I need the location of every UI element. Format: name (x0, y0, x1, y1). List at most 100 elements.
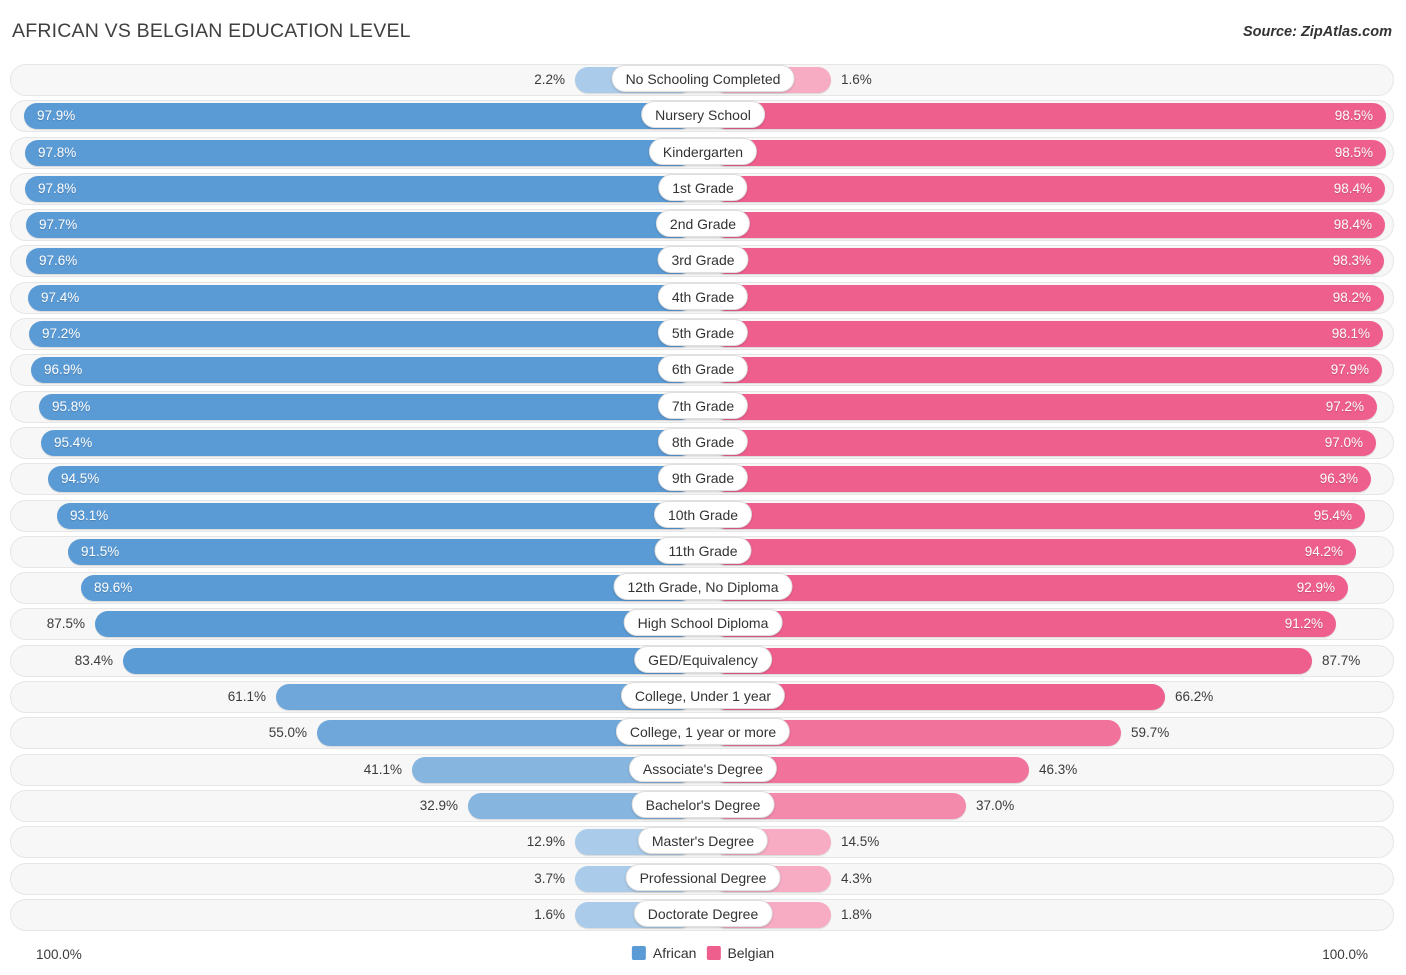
category-label[interactable]: 9th Grade (658, 464, 748, 491)
belgian-bar[interactable]: 91.2% (713, 611, 1336, 637)
african-bar[interactable]: 89.6% (81, 575, 693, 601)
belgian-bar[interactable]: 97.2% (713, 394, 1377, 420)
category-label[interactable]: 2nd Grade (656, 210, 750, 237)
bar-row: 87.5% 91.2% High School Diploma (0, 608, 1406, 640)
category-label[interactable]: 6th Grade (658, 355, 748, 382)
belgian-bar[interactable]: 98.4% (713, 212, 1385, 238)
african-bar[interactable]: 91.5% (68, 539, 693, 565)
belgian-bar[interactable]: 96.3% (713, 466, 1371, 492)
african-half: 41.1% (10, 754, 693, 786)
category-label[interactable]: Bachelor's Degree (632, 791, 775, 818)
african-half: 97.2% (10, 318, 693, 350)
category-label[interactable]: Doctorate Degree (634, 900, 773, 927)
category-label[interactable]: College, 1 year or more (616, 718, 790, 745)
belgian-bar[interactable]: 92.9% (713, 575, 1348, 601)
african-value-label: 95.8% (52, 394, 90, 420)
african-half: 96.9% (10, 354, 693, 386)
belgian-bar[interactable]: 98.3% (713, 248, 1384, 274)
belgian-half: 97.9% (713, 354, 1394, 386)
category-label[interactable]: 11th Grade (654, 537, 751, 564)
african-bar[interactable]: 97.4% (28, 285, 693, 311)
bar-row: 3.7% 4.3% Professional Degree (0, 863, 1406, 895)
category-label[interactable]: 8th Grade (658, 428, 748, 455)
african-bar[interactable]: 97.7% (26, 212, 693, 238)
belgian-bar[interactable]: 98.4% (713, 176, 1385, 202)
bar-row: 95.4% 97.0% 8th Grade (0, 427, 1406, 459)
axis-label-left: 100.0% (36, 947, 82, 962)
category-label[interactable]: 7th Grade (658, 392, 748, 419)
belgian-value-label: 98.5% (1335, 103, 1373, 129)
bar-row: 97.8% 98.5% Kindergarten (0, 137, 1406, 169)
category-label[interactable]: Master's Degree (638, 827, 768, 854)
african-half: 1.6% (10, 899, 693, 931)
legend-item-african[interactable]: African (632, 945, 697, 961)
african-bar[interactable]: 95.8% (39, 394, 693, 420)
african-bar[interactable] (95, 611, 693, 637)
belgian-half: 1.6% (713, 64, 1394, 96)
category-label[interactable]: 10th Grade (654, 501, 752, 528)
african-half: 32.9% (10, 790, 693, 822)
belgian-bar[interactable]: 98.2% (713, 285, 1384, 311)
bar-row: 97.7% 98.4% 2nd Grade (0, 209, 1406, 241)
category-label[interactable]: Kindergarten (649, 138, 757, 165)
bar-row: 32.9% 37.0% Bachelor's Degree (0, 790, 1406, 822)
category-label[interactable]: No Schooling Completed (612, 65, 795, 92)
belgian-half: 98.4% (713, 173, 1394, 205)
african-half: 87.5% (10, 608, 693, 640)
bar-row: 1.6% 1.8% Doctorate Degree (0, 899, 1406, 931)
african-half: 91.5% (10, 536, 693, 568)
category-label[interactable]: 5th Grade (658, 319, 748, 346)
bar-row: 97.2% 98.1% 5th Grade (0, 318, 1406, 350)
belgian-value-label: 98.3% (1333, 248, 1371, 274)
page-title: AFRICAN VS BELGIAN EDUCATION LEVEL (12, 20, 411, 43)
belgian-value-label: 4.3% (841, 866, 872, 892)
african-bar[interactable]: 97.8% (25, 176, 693, 202)
legend-label: Belgian (727, 945, 774, 961)
belgian-bar[interactable] (713, 648, 1312, 674)
category-label[interactable]: Professional Degree (626, 864, 781, 891)
african-bar[interactable]: 93.1% (57, 503, 693, 529)
category-label[interactable]: High School Diploma (624, 609, 783, 636)
african-bar[interactable]: 97.2% (29, 321, 693, 347)
category-label[interactable]: 3rd Grade (657, 246, 748, 273)
african-half: 97.8% (10, 137, 693, 169)
african-bar[interactable] (123, 648, 693, 674)
legend-item-belgian[interactable]: Belgian (706, 945, 774, 961)
category-label[interactable]: 12th Grade, No Diploma (614, 573, 793, 600)
category-label[interactable]: Nursery School (641, 101, 765, 128)
african-value-label: 97.8% (38, 140, 76, 166)
category-label[interactable]: 4th Grade (658, 283, 748, 310)
belgian-bar[interactable]: 94.2% (713, 539, 1356, 565)
chart-header: AFRICAN VS BELGIAN EDUCATION LEVEL Sourc… (0, 0, 1406, 62)
belgian-bar[interactable]: 95.4% (713, 503, 1365, 529)
bar-row: 61.1% 66.2% College, Under 1 year (0, 681, 1406, 713)
bar-row: 94.5% 96.3% 9th Grade (0, 463, 1406, 495)
african-bar[interactable]: 97.8% (25, 140, 693, 166)
belgian-bar[interactable]: 98.5% (713, 140, 1386, 166)
source-attribution: Source: ZipAtlas.com (1243, 24, 1392, 40)
african-bar[interactable]: 97.6% (26, 248, 693, 274)
african-value-label: 94.5% (61, 466, 99, 492)
belgian-half: 94.2% (713, 536, 1394, 568)
belgian-bar[interactable]: 98.5% (713, 103, 1386, 129)
category-label[interactable]: 1st Grade (658, 174, 747, 201)
belgian-bar[interactable]: 97.9% (713, 357, 1382, 383)
belgian-bar[interactable]: 97.0% (713, 430, 1376, 456)
african-bar[interactable]: 94.5% (48, 466, 693, 492)
african-value-label: 95.4% (54, 430, 92, 456)
axis-label-right: 100.0% (1322, 947, 1368, 962)
african-value-label: 97.6% (39, 248, 77, 274)
category-label[interactable]: Associate's Degree (629, 755, 777, 782)
category-label[interactable]: College, Under 1 year (621, 682, 785, 709)
category-label[interactable]: GED/Equivalency (634, 646, 772, 673)
african-half: 3.7% (10, 863, 693, 895)
belgian-half: 91.2% (713, 608, 1394, 640)
belgian-bar[interactable]: 98.1% (713, 321, 1383, 347)
belgian-value-label: 94.2% (1305, 539, 1343, 565)
belgian-value-label: 87.7% (1322, 648, 1360, 674)
african-bar[interactable]: 95.4% (41, 430, 693, 456)
african-bar[interactable]: 96.9% (31, 357, 693, 383)
belgian-half: 37.0% (713, 790, 1394, 822)
african-bar[interactable]: 97.9% (24, 103, 693, 129)
belgian-half: 98.4% (713, 209, 1394, 241)
